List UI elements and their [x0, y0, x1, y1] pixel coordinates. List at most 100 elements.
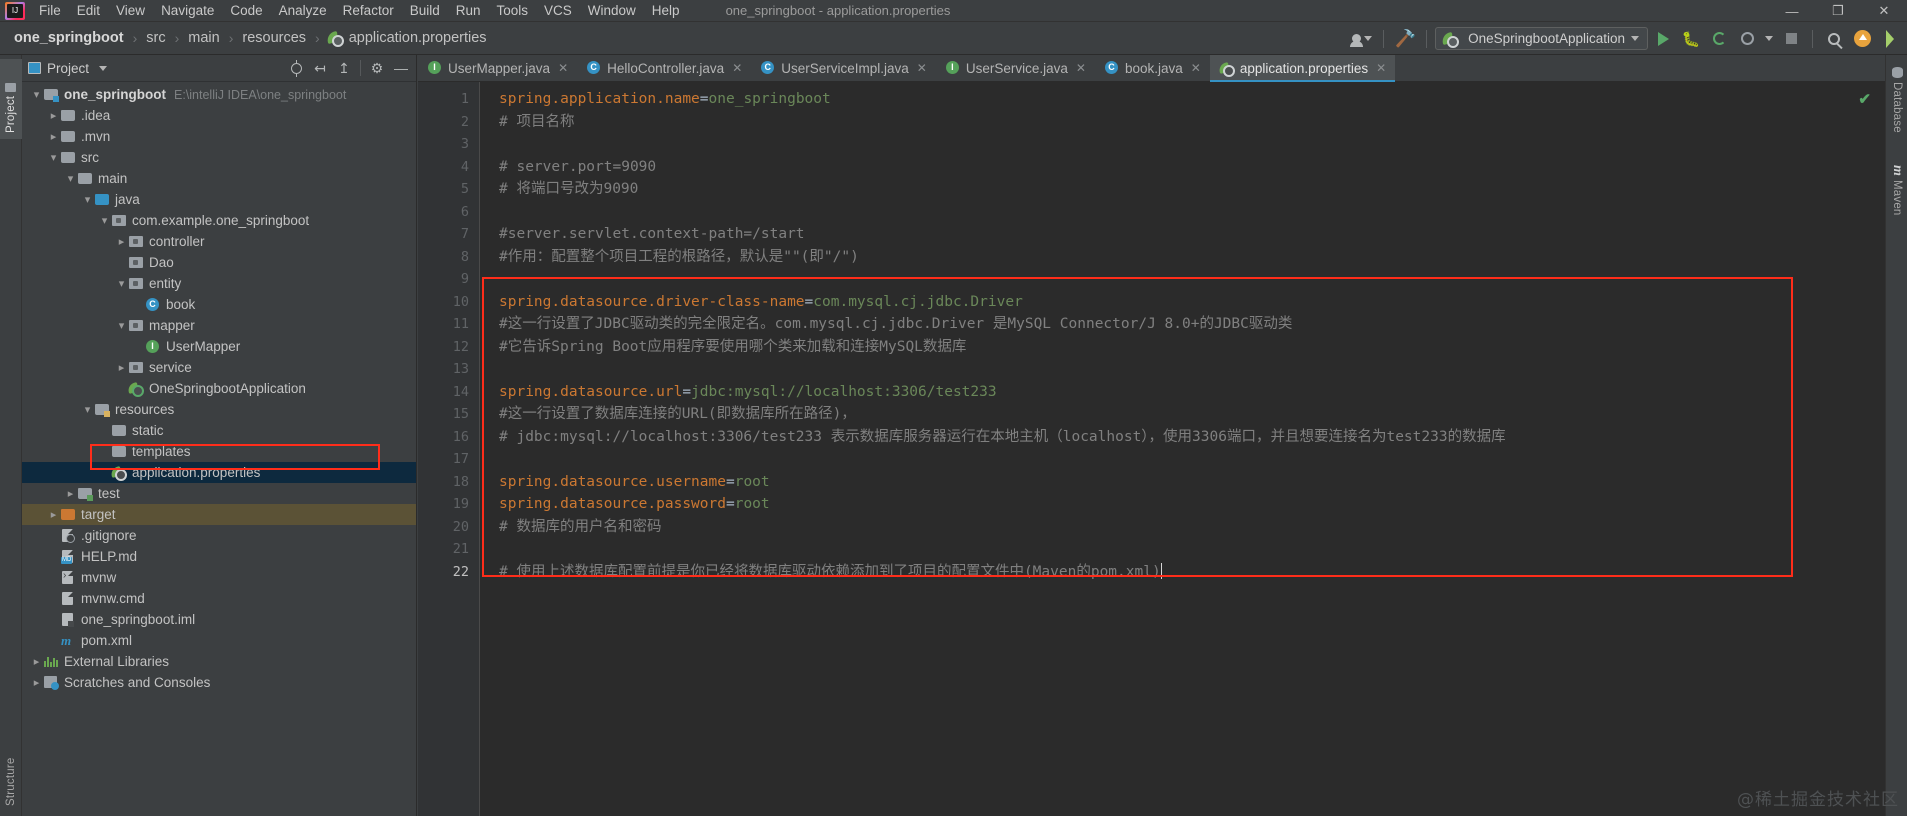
chevron-down-icon[interactable] [115, 319, 128, 332]
editor-tab-usermapper-java[interactable]: I UserMapper.java ✕ [418, 55, 577, 81]
tree-node--idea[interactable]: .idea [22, 105, 416, 126]
breadcrumb-item-3[interactable]: resources [240, 30, 308, 46]
expand-all-icon[interactable]: ↤ [309, 57, 331, 79]
make-project-icon[interactable]: 🔨 [1392, 27, 1418, 51]
code-line[interactable]: # server.port=9090 [499, 156, 656, 179]
breadcrumb-item-0[interactable]: one_springboot [12, 30, 126, 46]
menu-item-file[interactable]: File [31, 2, 69, 19]
menu-item-help[interactable]: Help [644, 2, 688, 19]
tool-window-tab-maven[interactable]: m Maven [1886, 159, 1907, 225]
code-line[interactable]: # 项目名称 [499, 111, 574, 134]
close-tab-icon[interactable]: ✕ [732, 61, 742, 75]
chevron-down-icon[interactable] [81, 193, 94, 206]
gear-icon[interactable]: ⚙ [366, 57, 388, 79]
chevron-right-icon[interactable] [47, 130, 60, 143]
search-everywhere-icon[interactable] [1821, 27, 1847, 51]
code-line[interactable]: # 数据库的用户名和密码 [499, 516, 661, 539]
code-content[interactable]: spring.application.name=one_springboot # … [481, 82, 1885, 816]
tree-node-one-springboot[interactable]: one_springboot E:\intelliJ IDEA\one_sprin… [22, 84, 416, 105]
chevron-right-icon[interactable] [30, 676, 43, 689]
tree-node-java[interactable]: java [22, 189, 416, 210]
tree-node-one-springboot-iml[interactable]: one_springboot.iml [22, 609, 416, 630]
chevron-right-icon[interactable] [64, 487, 77, 500]
editor-tab-userservice-java[interactable]: I UserService.java ✕ [936, 55, 1095, 81]
run-configuration-selector[interactable]: OneSpringbootApplication [1435, 27, 1648, 50]
tree-node-mapper[interactable]: mapper [22, 315, 416, 336]
editor-tab-book-java[interactable]: Cbook.java ✕ [1095, 55, 1210, 81]
update-available-icon[interactable] [1849, 27, 1875, 51]
chevron-right-icon[interactable] [115, 235, 128, 248]
breadcrumb-item-1[interactable]: src [144, 30, 167, 46]
close-tab-icon[interactable]: ✕ [1376, 61, 1386, 75]
tree-node-com-example-one-springboot[interactable]: com.example.one_springboot [22, 210, 416, 231]
editor-tabs[interactable]: I UserMapper.java ✕ C HelloController.java ✕ C… [418, 55, 1885, 82]
chevron-down-icon[interactable] [115, 277, 128, 290]
tree-node-usermapper[interactable]: I UserMapper [22, 336, 416, 357]
collapse-all-icon[interactable]: ↥ [333, 57, 355, 79]
code-line[interactable]: #它告诉Spring Boot应用程序要使用哪个类来加载和连接MySQL数据库 [499, 336, 966, 359]
chevron-right-icon[interactable] [47, 508, 60, 521]
code-line[interactable]: #这一行设置了JDBC驱动类的完全限定名。com.mysql.cj.jdbc.D… [499, 313, 1292, 336]
tree-node-templates[interactable]: templates [22, 441, 416, 462]
stop-button[interactable] [1778, 27, 1804, 51]
project-tree[interactable]: one_springboot E:\intelliJ IDEA\one_sprin… [22, 82, 416, 693]
chevron-down-icon-project[interactable] [99, 65, 108, 71]
tree-node-application-properties[interactable]: application.properties [22, 462, 416, 483]
tree-node-service[interactable]: service [22, 357, 416, 378]
tree-node-static[interactable]: static [22, 420, 416, 441]
inspection-status-icon[interactable]: ✔ [1858, 90, 1871, 108]
menu-item-code[interactable]: Code [222, 2, 270, 19]
tree-node-onespringbootapplication[interactable]: OneSpringbootApplication [22, 378, 416, 399]
debug-button[interactable]: 🐛 [1678, 27, 1704, 51]
menu-item-build[interactable]: Build [402, 2, 448, 19]
code-line[interactable]: spring.datasource.driver-class-name=com.… [499, 291, 1023, 314]
tree-node-src[interactable]: src [22, 147, 416, 168]
menu-item-navigate[interactable]: Navigate [153, 2, 222, 19]
close-tab-icon[interactable]: ✕ [1076, 61, 1086, 75]
chevron-right-icon[interactable] [30, 655, 43, 668]
tree-node--mvn[interactable]: .mvn [22, 126, 416, 147]
code-line[interactable]: #这一行设置了数据库连接的URL(即数据库所在路径)， [499, 403, 856, 426]
code-line[interactable]: spring.application.name=one_springboot [499, 88, 831, 111]
tree-node-dao[interactable]: Dao [22, 252, 416, 273]
code-line[interactable]: #server.servlet.context-path=/start [499, 223, 805, 246]
chevron-down-icon[interactable] [81, 403, 94, 416]
close-tab-icon[interactable]: ✕ [917, 61, 927, 75]
locate-icon[interactable] [285, 57, 307, 79]
profile-button[interactable] [1734, 27, 1760, 51]
editor-tab-application-properties[interactable]: application.properties ✕ [1209, 55, 1396, 82]
chevron-right-icon[interactable] [115, 361, 128, 374]
code-line[interactable]: spring.datasource.password=root [499, 493, 770, 516]
code-line[interactable]: #作用：配置整个项目工程的根路径，默认是""(即"/") [499, 246, 859, 269]
hide-panel-icon[interactable]: — [390, 57, 412, 79]
close-tab-icon[interactable]: ✕ [558, 61, 568, 75]
code-line[interactable]: # 使用上述数据库配置前提是你已经将数据库驱动依赖添加到了项目的配置文件中(Ma… [499, 561, 1162, 584]
tree-node-entity[interactable]: entity [22, 273, 416, 294]
menu-item-refactor[interactable]: Refactor [335, 2, 402, 19]
editor-tab-userserviceimpl-java[interactable]: C UserServiceImpl.java ✕ [751, 55, 936, 81]
code-line[interactable]: spring.datasource.username=root [499, 471, 770, 494]
chevron-down-icon[interactable] [47, 151, 60, 164]
close-icon[interactable]: ✕ [1861, 0, 1907, 22]
tool-window-tab-project[interactable]: Project [0, 59, 22, 139]
run-with-coverage-button[interactable] [1706, 27, 1732, 51]
menu-item-tools[interactable]: Tools [489, 2, 537, 19]
settings-sync-icon[interactable] [1349, 27, 1375, 51]
tree-node-scratches-and-consoles[interactable]: Scratches and Consoles [22, 672, 416, 693]
close-tab-icon[interactable]: ✕ [1191, 61, 1201, 75]
tree-node-test[interactable]: test [22, 483, 416, 504]
code-line[interactable]: # jdbc:mysql://localhost:3306/test233 表示… [499, 426, 1506, 449]
profile-dropdown-icon[interactable] [1762, 27, 1776, 51]
tree-node-external-libraries[interactable]: External Libraries [22, 651, 416, 672]
menu-item-window[interactable]: Window [580, 2, 644, 19]
minimize-icon[interactable]: — [1769, 0, 1815, 22]
ide-helper-icon[interactable] [1877, 27, 1903, 51]
breadcrumb-item-2[interactable]: main [186, 30, 221, 46]
tree-node-mvnw[interactable]: mvnw [22, 567, 416, 588]
restore-icon[interactable]: ❐ [1815, 0, 1861, 22]
tree-node--gitignore[interactable]: .gitignore [22, 525, 416, 546]
tree-node-main[interactable]: main [22, 168, 416, 189]
code-line[interactable]: # 将端口号改为9090 [499, 178, 638, 201]
tree-node-resources[interactable]: resources [22, 399, 416, 420]
code-editor[interactable]: 1 2 3 4 5 6 7 8 9 10 11 12 13 14 15 16 17 18 19 20 21 22 spri… [418, 82, 1885, 816]
